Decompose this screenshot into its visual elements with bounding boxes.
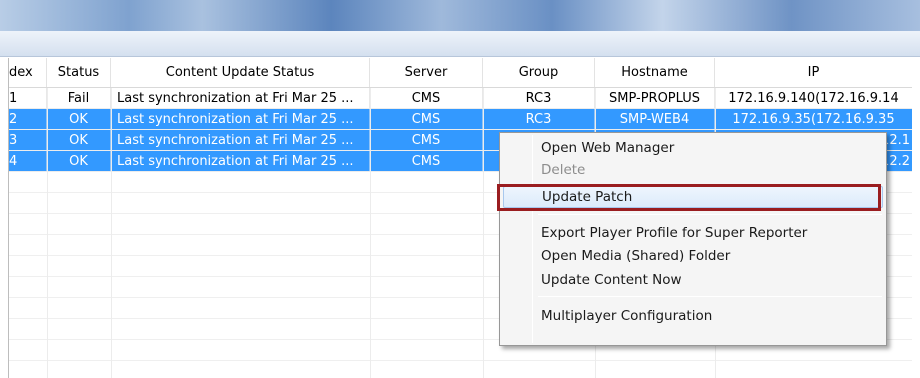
column-divider — [483, 88, 484, 378]
cell-hostname: SMP-WEB4 — [595, 109, 715, 129]
cell-content-status: Last synchronization at Fri Mar 25 ... — [111, 88, 370, 108]
cell-hostname: SMP-PROPLUS — [595, 88, 715, 108]
column-divider — [47, 88, 48, 378]
cell-index: 1 — [9, 88, 47, 108]
column-header-index[interactable]: dex — [9, 58, 47, 87]
menu-separator — [538, 214, 882, 215]
cell-server: CMS — [370, 88, 483, 108]
cell-content-status: Last synchronization at Fri Mar 25 ... — [111, 109, 370, 129]
menu-item-delete[interactable]: Delete — [503, 159, 883, 181]
cell-content-status: Last synchronization at Fri Mar 25 ... — [111, 130, 370, 150]
context-menu: Open Web Manager Delete Update Patch Exp… — [499, 132, 887, 346]
column-header-content-update-status[interactable]: Content Update Status — [111, 58, 370, 87]
window: dex Status Content Update Status Server … — [0, 0, 920, 378]
menu-item-open-web-manager[interactable]: Open Web Manager — [503, 137, 883, 159]
cell-server: CMS — [370, 130, 483, 150]
cell-group: RC3 — [483, 109, 595, 129]
grid-header: dex Status Content Update Status Server … — [9, 58, 912, 88]
cell-ip: 172.16.9.140(172.16.9.14 — [715, 88, 912, 108]
title-bar — [0, 0, 920, 31]
cell-server: CMS — [370, 151, 483, 171]
cell-server: CMS — [370, 109, 483, 129]
menu-item-export-player-profile[interactable]: Export Player Profile for Super Reporter — [503, 222, 883, 244]
cell-status: OK — [47, 151, 111, 171]
cell-index: 4 — [9, 151, 47, 171]
cell-ip: 172.16.9.35(172.16.9.35 — [715, 109, 912, 129]
cell-status: OK — [47, 130, 111, 150]
cell-content-status: Last synchronization at Fri Mar 25 ... — [111, 151, 370, 171]
column-header-status[interactable]: Status — [47, 58, 111, 87]
cell-index: 2 — [9, 109, 47, 129]
column-header-group[interactable]: Group — [483, 58, 595, 87]
menu-item-open-media-folder[interactable]: Open Media (Shared) Folder — [503, 245, 883, 267]
table-row[interactable]: 1 Fail Last synchronization at Fri Mar 2… — [9, 88, 912, 109]
column-divider — [370, 88, 371, 378]
column-header-hostname[interactable]: Hostname — [595, 58, 715, 87]
menu-separator — [538, 296, 882, 297]
column-header-ip[interactable]: IP — [715, 58, 912, 87]
empty-row — [9, 361, 912, 378]
column-header-server[interactable]: Server — [370, 58, 483, 87]
table-row[interactable]: 2 OK Last synchronization at Fri Mar 25 … — [9, 109, 912, 130]
highlight-annotation — [497, 184, 881, 211]
menu-item-update-content-now[interactable]: Update Content Now — [503, 269, 883, 291]
cell-index: 3 — [9, 130, 47, 150]
column-divider — [111, 88, 112, 378]
cell-group: RC3 — [483, 88, 595, 108]
cell-status: Fail — [47, 88, 111, 108]
cell-status: OK — [47, 109, 111, 129]
menu-item-multiplayer-configuration[interactable]: Multiplayer Configuration — [503, 305, 883, 327]
toolbar-strip — [0, 31, 920, 57]
